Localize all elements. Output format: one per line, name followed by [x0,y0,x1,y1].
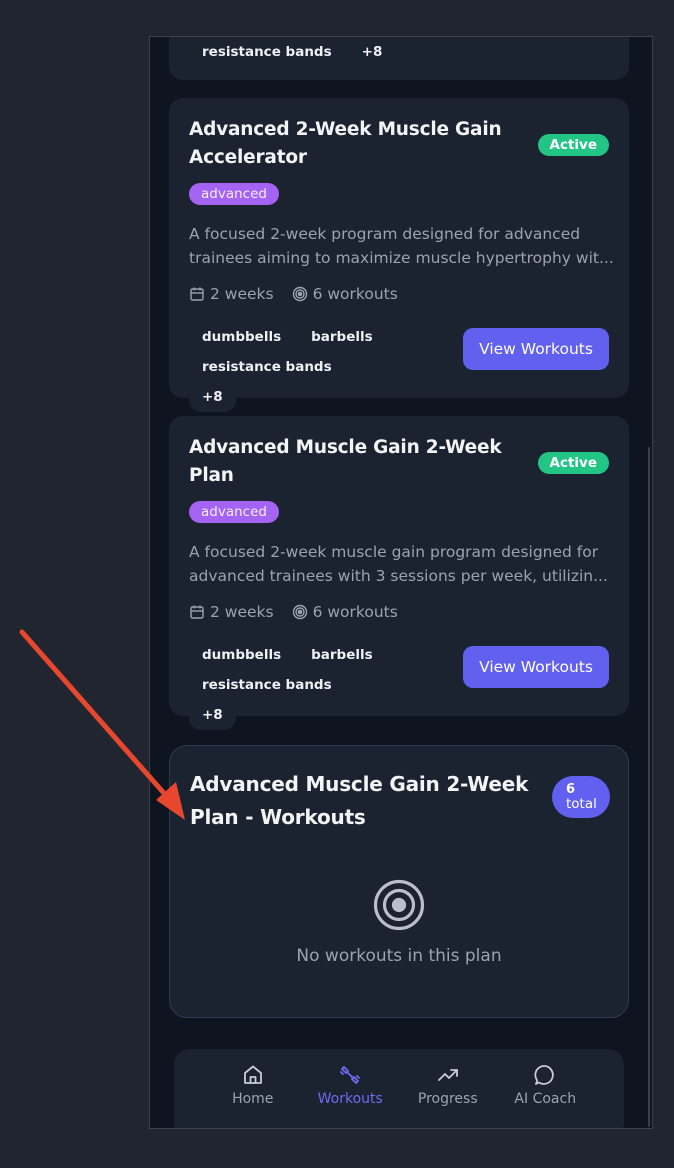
panel-title: Advanced Muscle Gain 2-Week Plan - Worko… [190,772,529,829]
equipment-list: dumbbells barbells resistance bands +8 [189,322,389,412]
workout-count-text: 6 workouts [312,285,398,303]
chat-bubble-icon [534,1065,554,1085]
total-count-badge: 6 total [552,776,610,818]
duration: 2 weeks [189,285,274,303]
plan-card[interactable]: Advanced 2-Week Muscle Gain Accelerator … [169,98,629,412]
nav-label: AI Coach [514,1091,577,1107]
equipment-chip: barbells [298,322,386,352]
equipment-chip: dumbbells [189,640,295,670]
nav-item-home[interactable]: Home [208,1049,298,1128]
level-badge: advanced [189,183,279,205]
equipment-more-chip: +8 [189,700,236,730]
workout-count-text: 6 workouts [312,603,398,621]
plan-description: A focused 2-week muscle gain program des… [189,540,615,588]
total-label: total [566,796,597,812]
nav-item-progress[interactable]: Progress [403,1049,493,1128]
trending-up-icon [437,1069,458,1081]
status-badge: Active [537,452,609,474]
workout-count: 6 workouts [292,603,398,621]
workout-count: 6 workouts [292,285,398,303]
dumbbell-icon [340,1065,361,1085]
equipment-chip: dumbbells [189,322,295,352]
equipment-list: resistance bands +8 [189,37,396,67]
plan-description-line: advanced trainees with 3 sessions per we… [189,567,608,585]
calendar-icon [190,605,204,619]
nav-label: Workouts [317,1091,383,1107]
equipment-chip: barbells [298,640,386,670]
bottom-nav: Home Workouts Progress AI Coach [174,1049,624,1128]
equipment-chip: resistance bands [189,37,345,67]
nav-item-ai-coach[interactable]: AI Coach [500,1049,590,1128]
nav-label: Progress [417,1091,478,1107]
total-count: 6 [566,782,576,797]
plan-description-line: A focused 2-week program designed for ad… [189,225,581,243]
view-workouts-button[interactable]: View Workouts [463,328,609,370]
duration: 2 weeks [189,603,274,621]
duration-text: 2 weeks [210,603,274,621]
plan-meta: 2 weeks 6 workouts [189,603,398,621]
equipment-more-chip: +8 [348,37,396,67]
equipment-more-chip: +8 [189,382,236,412]
duration-text: 2 weeks [210,285,274,303]
plan-title: Advanced 2-Week Muscle Gain Accelerator [189,119,502,168]
plan-title: Advanced Muscle Gain 2-Week Plan [189,437,502,486]
home-icon [243,1065,262,1084]
equipment-chip: resistance bands [189,670,345,700]
scrollbar[interactable] [648,447,650,1127]
plan-card-partial: resistance bands +8 [169,37,629,80]
empty-state-text: No workouts in this plan [296,946,502,966]
equipment-list: dumbbells barbells resistance bands +8 [189,640,389,730]
calendar-icon [190,287,204,301]
level-badge: advanced [189,501,279,523]
plan-card[interactable]: Advanced Muscle Gain 2-Week Plan Active … [169,416,629,730]
equipment-chip: resistance bands [189,352,345,382]
target-icon [292,286,307,302]
nav-label: Home [232,1091,274,1107]
plan-description: A focused 2-week program designed for ad… [189,222,615,270]
target-icon [373,879,425,931]
view-workouts-button[interactable]: View Workouts [463,646,609,688]
app-viewport: resistance bands +8 Advanced 2-Week Musc… [149,36,653,1129]
target-icon [292,604,307,620]
nav-item-workouts[interactable]: Workouts [305,1049,395,1128]
plan-description-line: A focused 2-week muscle gain program des… [189,543,599,561]
status-badge: Active [537,134,609,156]
plan-meta: 2 weeks 6 workouts [189,285,398,303]
plan-workouts-panel: Advanced Muscle Gain 2-Week Plan - Worko… [169,745,629,1018]
plan-description-line: trainees aiming to maximize muscle hyper… [189,249,614,267]
